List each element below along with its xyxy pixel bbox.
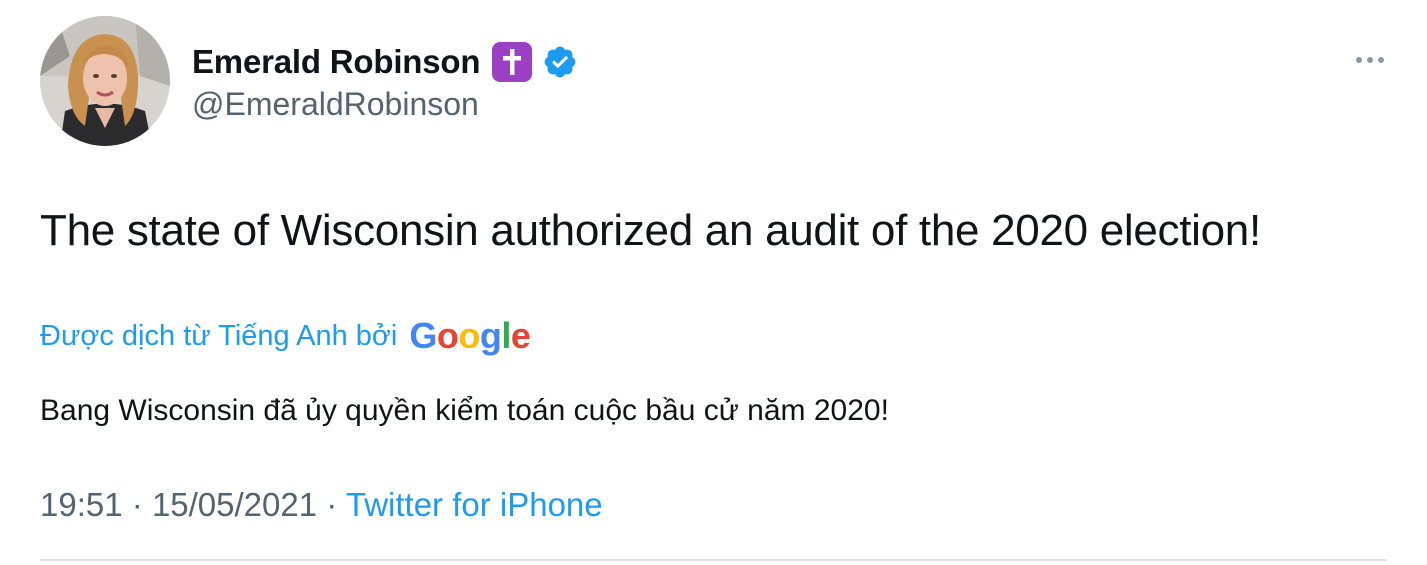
author-display-name[interactable]: Emerald Robinson [192, 43, 481, 81]
google-logo-letter: G [409, 315, 437, 356]
google-logo-letter: o [458, 315, 480, 356]
tweet-date[interactable]: 15/05/2021 [152, 486, 317, 523]
latin-cross-emoji-icon [492, 42, 533, 82]
author-avatar[interactable] [40, 16, 170, 146]
author-handle[interactable]: @EmeraldRobinson [192, 86, 479, 123]
meta-separator: · [326, 486, 338, 523]
translation-attribution[interactable]: Được dịch từ Tiếng Anh bởi Google [40, 314, 531, 358]
tweet-time[interactable]: 19:51 [40, 486, 123, 523]
translated-tweet-text: Bang Wisconsin đã ủy quyền kiểm toán cuộ… [40, 394, 889, 427]
google-logo-letter: o [436, 315, 459, 356]
google-logo-letter: l [501, 315, 511, 356]
tweet-metadata: 19:51 · 15/05/2021 · Twitter for iPhone [40, 486, 603, 524]
meta-separator: · [131, 486, 143, 523]
author-name-row: Emerald Robinson [192, 40, 578, 84]
avatar-photo [40, 16, 170, 146]
tweet-text: The state of Wisconsin authorized an aud… [40, 206, 1261, 255]
more-horizontal-icon [1356, 57, 1384, 63]
google-logo-letter: g [479, 315, 502, 356]
translated-from-label[interactable]: Được dịch từ Tiếng Anh bởi [40, 320, 397, 353]
more-options-button[interactable] [1348, 44, 1392, 76]
google-logo: Google [409, 315, 531, 357]
divider [40, 559, 1387, 561]
verified-badge-icon [542, 44, 578, 80]
google-logo-letter: e [510, 315, 531, 356]
tweet-source-link[interactable]: Twitter for iPhone [346, 486, 603, 523]
